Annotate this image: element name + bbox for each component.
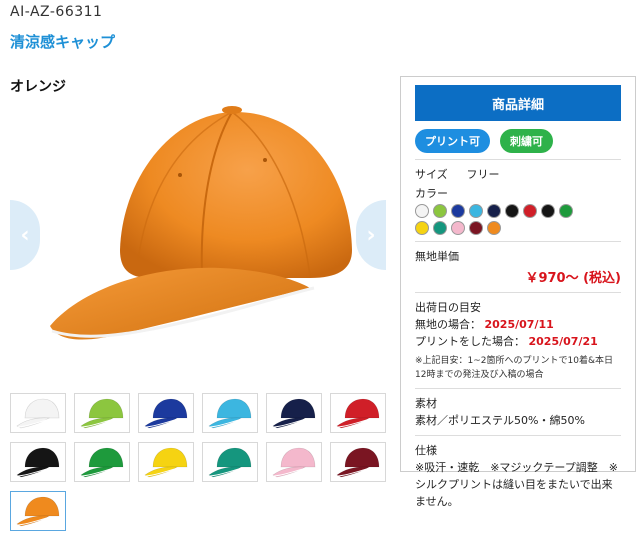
selected-color-name: オレンジ — [10, 79, 66, 95]
thumbnail-teal-green[interactable] — [202, 442, 258, 482]
ship-note: ※上記目安：1~2箇所へのプリントで10着&本日12時までの発注及び入稿の場合 — [415, 356, 614, 380]
thumbnail-red[interactable] — [330, 393, 386, 433]
thumbnail-pink[interactable] — [266, 442, 322, 482]
thumbnail-sky-blue[interactable] — [202, 393, 258, 433]
color-swatch[interactable] — [541, 204, 555, 218]
color-swatch[interactable] — [415, 204, 429, 218]
color-swatches — [415, 202, 585, 235]
material-value: 素材／ポリエステル50%・綿50% — [415, 414, 585, 427]
thumbnail-black[interactable] — [10, 442, 66, 482]
ship-title: 出荷日の目安 — [415, 301, 481, 314]
color-swatch[interactable] — [469, 221, 483, 235]
color-swatch[interactable] — [487, 221, 501, 235]
color-swatch[interactable] — [433, 204, 447, 218]
chevron-right-icon: › — [366, 222, 376, 248]
chevron-left-icon: ‹ — [20, 222, 30, 248]
ship-plain-date: 2025/07/11 — [484, 318, 554, 331]
print-ok-badge[interactable]: プリント可 — [415, 129, 490, 153]
spec-value: ※吸汗・速乾 ※マジックテープ調整 ※シルクプリントは縫い目をまたいで出来ません… — [415, 461, 618, 508]
color-swatch[interactable] — [415, 221, 429, 235]
thumbnail-navy[interactable] — [266, 393, 322, 433]
material-title: 素材 — [415, 397, 437, 410]
thumbnail-yellow[interactable] — [138, 442, 194, 482]
main-product-image — [10, 100, 386, 375]
color-row: カラー — [415, 185, 621, 235]
ship-plain-label: 無地の場合： — [415, 318, 481, 331]
unit-price: ￥970～ (税込) — [525, 271, 621, 286]
color-swatch[interactable] — [505, 204, 519, 218]
size-value: フリー — [466, 168, 500, 181]
ship-print-row: プリントをした場合： 2025/07/21 — [415, 333, 621, 350]
color-swatch[interactable] — [559, 204, 573, 218]
product-detail-panel: 商品詳細 プリント可 刺繍可 サイズ フリー カラー 無地単価 ￥970～ (税… — [400, 76, 636, 508]
color-swatch[interactable] — [451, 204, 465, 218]
thumbnail-green[interactable] — [74, 442, 130, 482]
ship-print-label: プリントをした場合： — [415, 335, 525, 348]
size-label: サイズ — [415, 168, 448, 181]
embroidery-ok-badge[interactable]: 刺繍可 — [500, 129, 553, 153]
product-code: AI-AZ-66311 — [10, 4, 103, 20]
color-swatch[interactable] — [523, 204, 537, 218]
color-label: カラー — [415, 187, 448, 200]
color-swatch[interactable] — [451, 221, 465, 235]
product-name: 清涼感キャップ — [10, 33, 116, 51]
thumbnail-lime[interactable] — [74, 393, 130, 433]
color-swatch[interactable] — [487, 204, 501, 218]
thumbnail-orange[interactable] — [10, 491, 66, 531]
thumbnail-royal-blue[interactable] — [138, 393, 194, 433]
spec-title: 仕様 — [415, 444, 437, 457]
color-swatch[interactable] — [469, 204, 483, 218]
thumbnail-burgundy[interactable] — [330, 442, 386, 482]
thumbnail-white[interactable] — [10, 393, 66, 433]
detail-header[interactable]: 商品詳細 — [415, 85, 621, 121]
unit-price-label: 無地単価 — [415, 250, 459, 263]
ship-plain-row: 無地の場合： 2025/07/11 — [415, 316, 621, 333]
ship-print-date: 2025/07/21 — [528, 335, 598, 348]
color-swatch[interactable] — [433, 221, 447, 235]
size-row: サイズ フリー — [415, 166, 621, 183]
